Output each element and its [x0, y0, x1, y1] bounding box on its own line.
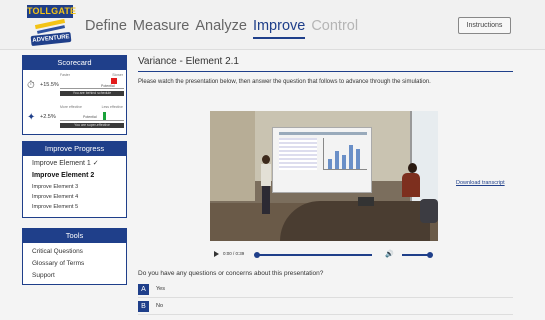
- progress-item-label: Improve Element 1: [32, 160, 91, 167]
- budget-status: You are super-effective: [60, 123, 124, 128]
- volume-icon[interactable]: 🔊: [385, 250, 394, 259]
- tools-title: Tools: [23, 229, 126, 243]
- volume-slider[interactable]: [402, 254, 430, 256]
- instructions-button[interactable]: Instructions: [458, 17, 511, 34]
- download-transcript-link[interactable]: Download transcript: [456, 180, 505, 186]
- video-controls: 0:00 / 0:39 🔊: [210, 249, 438, 261]
- presentation-video[interactable]: [210, 111, 438, 241]
- time-bar: [60, 88, 124, 89]
- answer-label: Yes: [156, 286, 165, 292]
- phase-nav: Define Measure Analyze Improve Control: [85, 18, 358, 39]
- budget-left-label: More effective: [60, 105, 82, 109]
- time-left-label: Faster: [60, 73, 70, 77]
- budget-value: +2.5%: [40, 114, 56, 120]
- video-scene-chair: [420, 199, 438, 223]
- play-icon[interactable]: [214, 251, 219, 257]
- video-scene-laptop: [358, 197, 374, 206]
- budget-right-label: Less effective: [101, 105, 123, 109]
- check-icon: ✓: [92, 160, 99, 167]
- progress-title: Improve Progress: [23, 142, 126, 156]
- tool-critical-questions[interactable]: Critical Questions: [23, 246, 126, 258]
- video-attendee: [400, 163, 422, 203]
- seek-thumb[interactable]: [254, 252, 260, 258]
- answer-key: B: [138, 301, 149, 312]
- tools-panel: Tools Critical Questions Glossary of Ter…: [22, 228, 127, 285]
- tollgate-adventure-logo: TOLLGATE ADVENTURE: [27, 5, 77, 47]
- volume-thumb[interactable]: [427, 252, 433, 258]
- video-scene-screen: [272, 127, 372, 193]
- nav-define[interactable]: Define: [85, 18, 127, 39]
- scorecard-row-time: ⏱ +15.5% Faster Slower Potential You are…: [23, 70, 126, 102]
- answer-key: A: [138, 284, 149, 295]
- answer-option-b[interactable]: B No: [138, 301, 513, 315]
- progress-item-5[interactable]: Improve Element 5: [23, 202, 126, 212]
- time-right-label: Slower: [112, 73, 123, 77]
- video-scene-table: [280, 201, 430, 241]
- question-text: Do you have any questions or concerns ab…: [138, 270, 324, 277]
- budget-potential-label: Potential: [83, 115, 97, 119]
- nav-improve[interactable]: Improve: [252, 18, 306, 39]
- progress-item-2[interactable]: Improve Element 2: [23, 170, 126, 182]
- progress-panel: Improve Progress Improve Element 1 ✓ Imp…: [22, 141, 127, 218]
- time-value: +15.5%: [40, 82, 59, 88]
- answer-label: No: [156, 303, 164, 309]
- video-scene-wall-left: [210, 111, 255, 201]
- tool-glossary[interactable]: Glossary of Terms: [23, 258, 126, 270]
- nav-control: Control: [311, 18, 359, 34]
- budget-bar: [60, 120, 124, 121]
- page-title: Variance - Element 2.1: [138, 56, 239, 67]
- progress-item-3[interactable]: Improve Element 3: [23, 182, 126, 192]
- answer-option-a[interactable]: A Yes: [138, 284, 513, 298]
- seek-bar[interactable]: [257, 254, 372, 256]
- logo-line1: TOLLGATE: [27, 5, 77, 18]
- video-presenter: [260, 155, 272, 217]
- answer-divider: [138, 297, 513, 298]
- nav-measure[interactable]: Measure: [133, 18, 189, 39]
- scorecard-title: Scorecard: [23, 56, 126, 70]
- scorecard-row-budget: ✦ +2.5% More effective Less effective Po…: [23, 102, 126, 134]
- progress-item-1[interactable]: Improve Element 1 ✓: [23, 158, 126, 170]
- stopwatch-icon: ⏱: [27, 80, 35, 91]
- progress-item-4[interactable]: Improve Element 4: [23, 192, 126, 202]
- video-time: 0:00 / 0:39: [223, 251, 245, 256]
- tool-support[interactable]: Support: [23, 270, 126, 282]
- scorecard-panel: Scorecard ⏱ +15.5% Faster Slower Potenti…: [22, 55, 127, 135]
- effective-flag-icon: [103, 112, 106, 120]
- budget-icon: ✦: [27, 112, 36, 123]
- instructions-text: Please watch the presentation below, the…: [138, 79, 431, 85]
- top-header: TOLLGATE ADVENTURE Define Measure Analyz…: [0, 0, 545, 50]
- title-divider: [138, 71, 513, 72]
- time-status: You are behind schedule: [60, 91, 124, 96]
- answer-divider: [138, 314, 513, 315]
- nav-analyze[interactable]: Analyze: [195, 18, 247, 39]
